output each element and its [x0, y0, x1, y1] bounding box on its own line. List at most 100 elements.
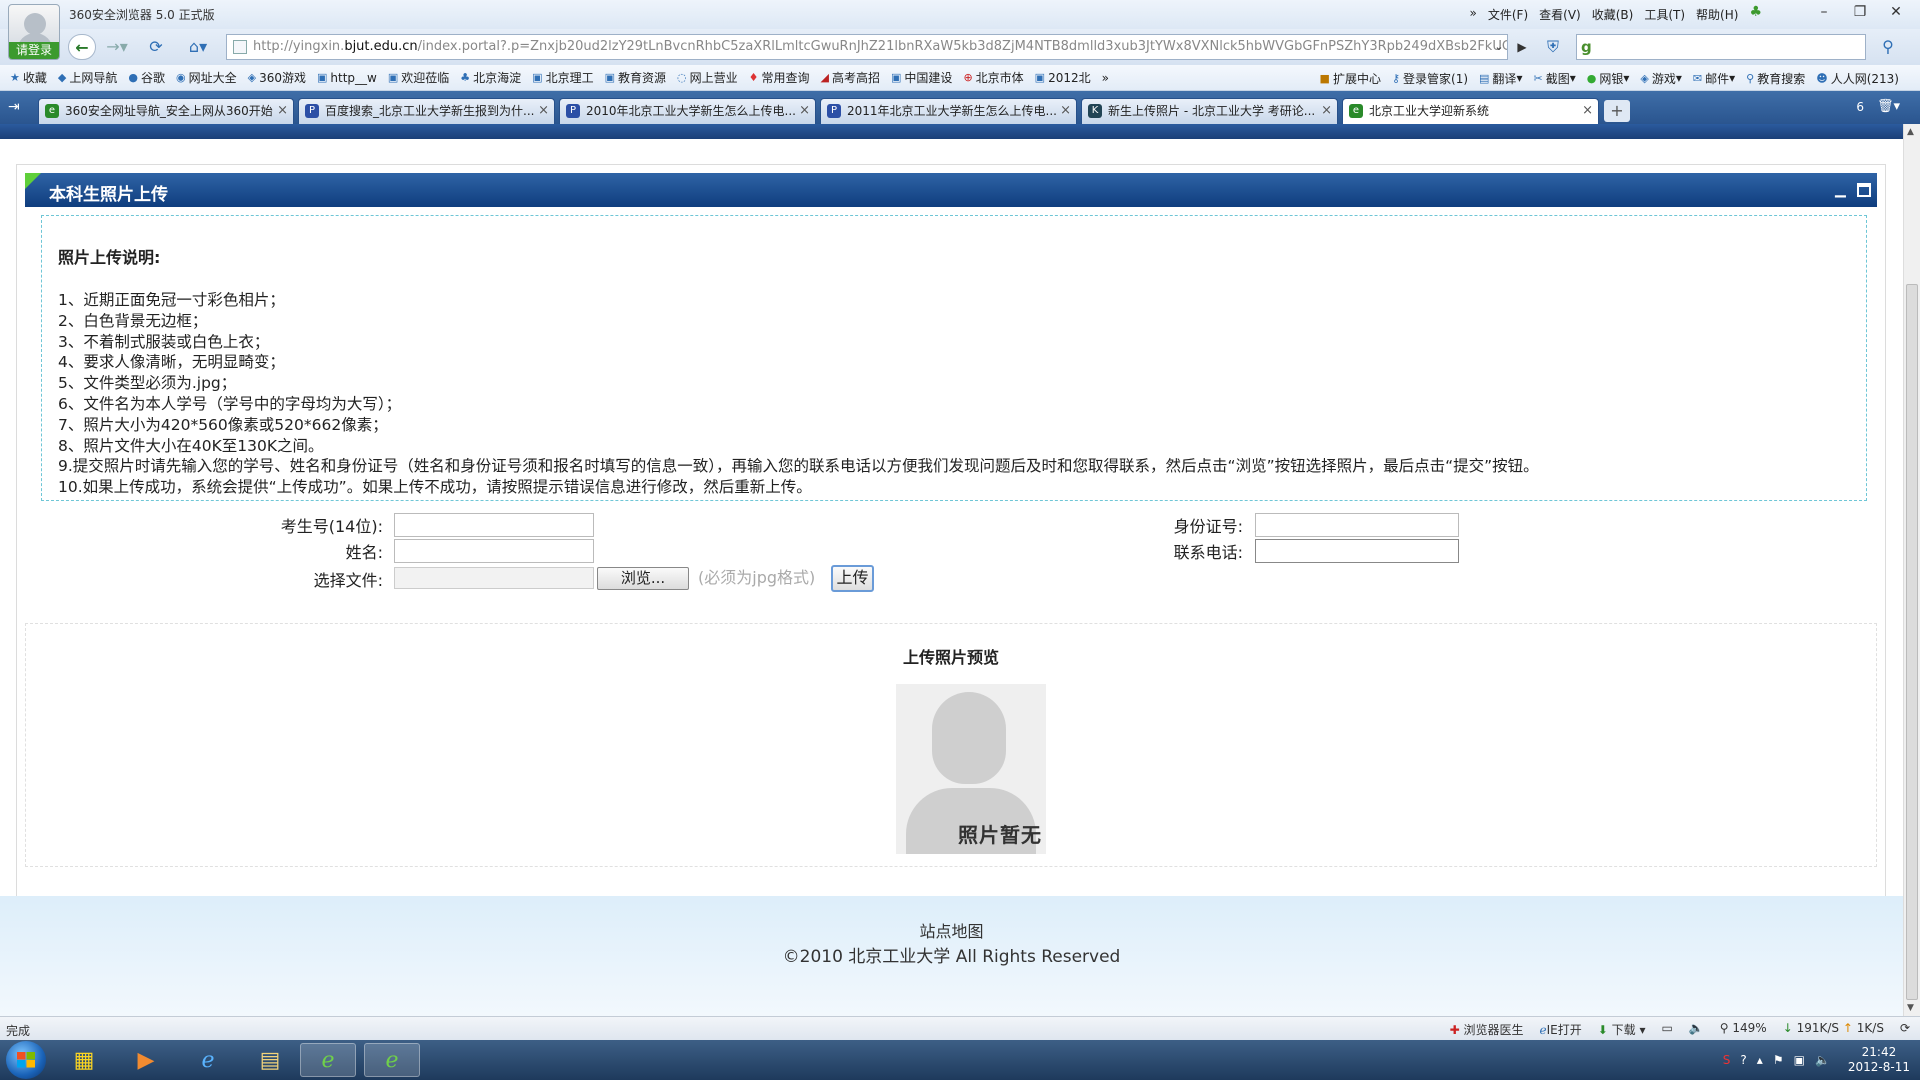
- tab-close-icon[interactable]: ×: [1321, 99, 1332, 123]
- tab-close-icon[interactable]: ×: [538, 99, 549, 123]
- monitor-icon[interactable]: ▭: [1661, 1021, 1672, 1038]
- task-media-player-icon[interactable]: ▶: [118, 1043, 174, 1077]
- tab-2010[interactable]: P 2010年北京工业大学新生怎么上传电... ×: [559, 98, 816, 124]
- menu-help[interactable]: 帮助(H): [1696, 6, 1738, 23]
- close-window-button[interactable]: ✕: [1880, 2, 1912, 22]
- refresh-button[interactable]: ⟳: [142, 34, 170, 60]
- refresh-status-icon[interactable]: ⟳: [1900, 1021, 1910, 1038]
- tool-mail[interactable]: ✉ 邮件 ▾: [1693, 70, 1735, 87]
- bookmark-item[interactable]: ♣ 北京海淀: [460, 69, 521, 86]
- download-manager[interactable]: ⬇ 下载 ▾: [1598, 1021, 1646, 1038]
- forward-button[interactable]: →▾: [100, 34, 134, 60]
- menu-view[interactable]: 查看(V): [1539, 6, 1581, 23]
- tool-edu-search[interactable]: ⚲ 教育搜索: [1746, 70, 1805, 87]
- phone-input[interactable]: [1255, 539, 1459, 563]
- panel-maximize-icon[interactable]: [1857, 183, 1871, 197]
- menu-file[interactable]: 文件(F): [1488, 6, 1528, 23]
- vertical-scrollbar[interactable]: ▲ ▼: [1903, 124, 1920, 1016]
- minimize-button[interactable]: –: [1808, 2, 1840, 22]
- bookmark-item[interactable]: ◆ 上网导航: [58, 69, 117, 86]
- tool-extensions[interactable]: ■ 扩展中心: [1320, 70, 1381, 87]
- sidebar-toggle-icon[interactable]: ⇥: [8, 99, 20, 115]
- bookmark-item[interactable]: ◉ 网址大全: [176, 69, 237, 86]
- bookmark-item[interactable]: ⊕ 北京市体: [963, 69, 1023, 86]
- closed-tabs-icon[interactable]: 🗑▾: [1877, 99, 1900, 114]
- id-number-input[interactable]: [1255, 513, 1459, 537]
- sitemap-link[interactable]: 站点地图: [0, 918, 1903, 942]
- ie-open[interactable]: ℯIE打开: [1540, 1021, 1582, 1038]
- tray-volume-icon[interactable]: 🔈: [1815, 1053, 1830, 1067]
- bookmark-item[interactable]: ▣ http__w: [317, 71, 377, 85]
- volume-icon[interactable]: 🔈: [1689, 1021, 1704, 1038]
- bookmark-item[interactable]: ▣ 教育资源: [605, 69, 666, 86]
- bookmark-item[interactable]: ▣ 北京理工: [532, 69, 593, 86]
- tab-close-icon[interactable]: ×: [799, 99, 810, 123]
- browse-button[interactable]: 浏览...: [597, 567, 689, 590]
- bookmark-favorites[interactable]: ★ 收藏: [10, 69, 47, 86]
- tab-yingxin[interactable]: e 北京工业大学迎新系统 ×: [1342, 98, 1599, 124]
- search-engine-icon[interactable]: g: [1581, 38, 1592, 56]
- tab-2011[interactable]: P 2011年北京工业大学新生怎么上传电... ×: [820, 98, 1077, 124]
- skin-icon[interactable]: ♣: [1749, 5, 1762, 23]
- browser-doctor[interactable]: ✚ 浏览器医生: [1450, 1021, 1524, 1038]
- bookmark-item[interactable]: ◢ 高考高招: [821, 69, 880, 86]
- tab-close-icon[interactable]: ×: [1060, 99, 1071, 123]
- scroll-down-icon[interactable]: ▼: [1907, 1003, 1914, 1013]
- bookmark-item[interactable]: ◈ 360游戏: [248, 69, 306, 86]
- exam-no-input[interactable]: [394, 513, 594, 537]
- shield-icon[interactable]: ⛨: [1540, 34, 1566, 60]
- menu-tools[interactable]: 工具(T): [1644, 6, 1685, 23]
- upload-button[interactable]: 上传: [831, 565, 874, 592]
- tab-close-icon[interactable]: ×: [277, 99, 288, 123]
- system-clock[interactable]: 21:42 2012-8-11: [1848, 1045, 1910, 1075]
- go-button[interactable]: ▶: [1512, 34, 1532, 60]
- search-input[interactable]: g: [1576, 34, 1866, 60]
- tool-renren[interactable]: ☻ 人人网(213): [1816, 70, 1899, 87]
- tab-count-icon[interactable]: 6: [1856, 100, 1864, 114]
- back-button[interactable]: ←: [68, 34, 96, 60]
- task-ie-icon[interactable]: ℯ: [180, 1043, 236, 1077]
- zoom-control[interactable]: ⚲ 149%: [1720, 1021, 1767, 1038]
- task-360-browser-active-icon[interactable]: ℯ: [364, 1043, 420, 1077]
- tab-close-icon[interactable]: ×: [1582, 99, 1593, 123]
- tab-360-nav[interactable]: e 360安全网址导航_安全上网从360开始 ×: [38, 98, 294, 124]
- scroll-up-icon[interactable]: ▲: [1907, 127, 1914, 137]
- tray-app-icon[interactable]: S: [1723, 1053, 1731, 1067]
- tool-screenshot[interactable]: ✂ 截图 ▾: [1533, 70, 1575, 87]
- new-tab-button[interactable]: +: [1604, 100, 1630, 122]
- name-input[interactable]: [394, 539, 594, 563]
- tool-games[interactable]: ◈ 游戏 ▾: [1640, 70, 1682, 87]
- home-button[interactable]: ⌂▾: [178, 34, 218, 60]
- bookmark-item[interactable]: ▣ 2012北: [1035, 69, 1091, 86]
- task-control-panel-icon[interactable]: ▦: [56, 1043, 112, 1077]
- menu-favorites[interactable]: 收藏(B): [1592, 6, 1634, 23]
- bookmarks-more-icon[interactable]: »: [1102, 71, 1109, 85]
- scroll-thumb[interactable]: [1906, 284, 1918, 1000]
- tray-network-icon[interactable]: ▣: [1794, 1053, 1805, 1067]
- tool-login-manager[interactable]: ⚷ 登录管家(1): [1392, 70, 1468, 87]
- bookmark-item[interactable]: ♦ 常用查询: [749, 69, 810, 86]
- panel-minimize-icon[interactable]: ▁: [1835, 183, 1849, 197]
- login-badge[interactable]: 请登录: [9, 42, 59, 59]
- start-button[interactable]: [6, 1041, 46, 1079]
- task-360-browser-icon[interactable]: ℯ: [300, 1043, 356, 1077]
- tray-flag-icon[interactable]: ⚑: [1773, 1053, 1784, 1067]
- menu-more-icon[interactable]: »: [1470, 6, 1477, 23]
- bookmark-item[interactable]: ▣ 中国建设: [891, 69, 952, 86]
- tray-expand-icon[interactable]: ▴: [1757, 1053, 1763, 1067]
- tab-baidu[interactable]: P 百度搜索_北京工业大学新生报到为什... ×: [298, 98, 555, 124]
- bookmark-item[interactable]: ▣ 欢迎莅临: [388, 69, 449, 86]
- search-button[interactable]: ⚲: [1868, 34, 1908, 60]
- task-explorer-icon[interactable]: ▤: [242, 1043, 298, 1077]
- user-avatar[interactable]: 请登录: [8, 4, 60, 60]
- tab-kaoyan[interactable]: K 新生上传照片 - 北京工业大学 考研论... ×: [1081, 98, 1338, 124]
- bookmark-item[interactable]: ● 谷歌: [128, 69, 165, 86]
- tool-translate[interactable]: ▤ 翻译 ▾: [1479, 70, 1522, 87]
- file-path-input[interactable]: [394, 567, 594, 589]
- url-input[interactable]: http://yingxin.bjut.edu.cn/index.portal?…: [226, 34, 1508, 60]
- restore-button[interactable]: ❐: [1844, 2, 1876, 22]
- tool-bank[interactable]: ● 网银 ▾: [1587, 70, 1630, 87]
- url-history-dropdown[interactable]: ⌄: [1490, 34, 1508, 60]
- bookmark-item[interactable]: ◌ 网上营业: [677, 69, 738, 86]
- tray-help-icon[interactable]: ?: [1740, 1053, 1746, 1067]
